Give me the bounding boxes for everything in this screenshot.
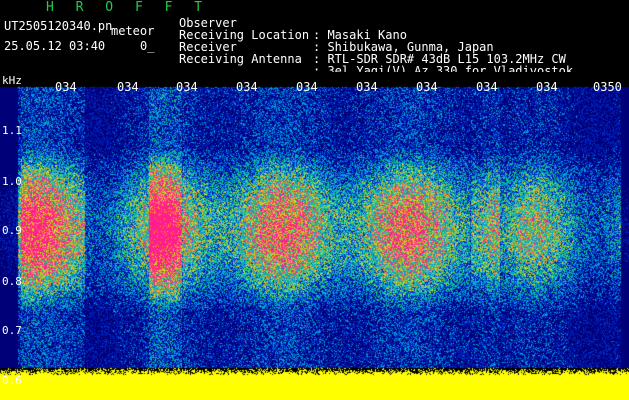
spectrogram-canvas — [0, 72, 629, 400]
file-name: UT2505120340.pn — [4, 19, 113, 33]
detection-tag: meteor — [111, 24, 155, 38]
header-panel: H R O F F T UT2505120340.pn meteor 25.05… — [0, 0, 629, 77]
date-time-suffix: 0_ — [140, 39, 155, 53]
date-time: 25.05.12 03:40 — [4, 39, 106, 53]
info-label: Receiving Antenna — [179, 52, 302, 66]
